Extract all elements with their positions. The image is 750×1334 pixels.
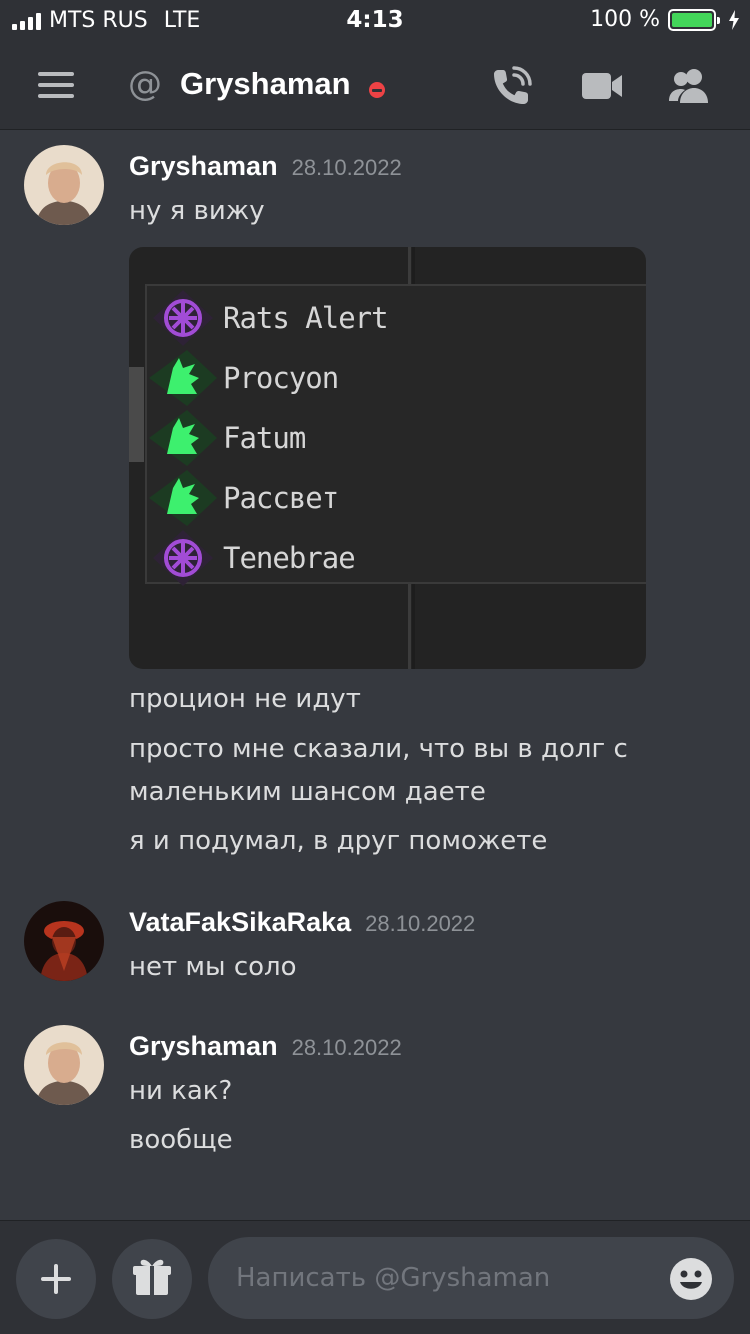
author-name[interactable]: Gryshaman bbox=[129, 1031, 278, 1061]
avatar-image bbox=[24, 145, 104, 225]
avatar[interactable] bbox=[24, 145, 104, 225]
purple-rune-icon bbox=[153, 530, 213, 586]
list-item-name: Fatum bbox=[223, 421, 306, 455]
avatar-image bbox=[24, 1025, 104, 1105]
message-author[interactable]: Gryshaman 28.10.2022 bbox=[129, 1031, 402, 1062]
green-wolf-icon bbox=[149, 410, 217, 466]
members-icon[interactable] bbox=[667, 64, 711, 108]
message-text: просто мне сказали, что вы в долг с мале… bbox=[129, 734, 628, 807]
image-scrollbar bbox=[129, 367, 144, 462]
emoji-face bbox=[680, 1270, 702, 1289]
message-text: ни как? bbox=[129, 1076, 233, 1106]
video-icon[interactable] bbox=[580, 64, 624, 108]
author-name[interactable]: Gryshaman bbox=[129, 151, 278, 181]
battery-percent: 100 % bbox=[590, 7, 660, 32]
author-name[interactable]: VataFakSikaRaka bbox=[129, 907, 351, 937]
call-icon[interactable] bbox=[490, 64, 534, 108]
faction-list-panel: Rats Alert Procyon Fatum Рассвет Tenebra… bbox=[145, 284, 646, 586]
battery-fill bbox=[672, 12, 712, 27]
list-item-name: Rats Alert bbox=[223, 301, 389, 335]
list-item-name: Рассвет bbox=[223, 481, 339, 515]
message-author[interactable]: Gryshaman 28.10.2022 bbox=[129, 151, 402, 182]
list-item-name: Tenebrae bbox=[223, 541, 356, 575]
channel-header: @ Gryshaman bbox=[0, 40, 750, 130]
battery-info: 100 % bbox=[590, 7, 740, 32]
list-item: Tenebrae bbox=[147, 528, 356, 588]
message-timestamp: 28.10.2022 bbox=[291, 155, 402, 180]
gift-icon bbox=[133, 1259, 171, 1295]
list-item-name: Procyon bbox=[223, 361, 339, 395]
battery-icon bbox=[668, 8, 720, 31]
message-text: ну я вижу bbox=[129, 196, 265, 226]
avatar[interactable] bbox=[24, 1025, 104, 1105]
avatar-image bbox=[24, 901, 104, 981]
dnd-status-icon bbox=[369, 82, 385, 98]
list-item: Procyon bbox=[147, 348, 339, 408]
message-text: нет мы соло bbox=[129, 952, 297, 982]
plus-icon-stroke bbox=[54, 1264, 58, 1294]
message-timestamp: 28.10.2022 bbox=[291, 1035, 402, 1060]
purple-rune-icon bbox=[153, 290, 213, 346]
message-composer bbox=[0, 1220, 750, 1334]
green-wolf-icon bbox=[149, 470, 217, 526]
message-input[interactable] bbox=[208, 1237, 734, 1319]
page-title: Gryshaman bbox=[180, 66, 351, 101]
message-text: я и подумал, в друг поможете bbox=[129, 826, 548, 856]
attach-button[interactable] bbox=[16, 1239, 96, 1319]
message-timestamp: 28.10.2022 bbox=[365, 911, 476, 936]
at-icon: @ bbox=[128, 64, 162, 104]
list-item: Рассвет bbox=[147, 468, 339, 528]
gift-button[interactable] bbox=[112, 1239, 192, 1319]
charging-icon bbox=[729, 9, 739, 30]
message-text: процион не идут bbox=[129, 684, 361, 714]
message-image[interactable]: Rats Alert Procyon Fatum Рассвет Tenebra… bbox=[129, 247, 646, 669]
message-text: вообще bbox=[129, 1125, 233, 1155]
avatar[interactable] bbox=[24, 901, 104, 981]
message-author[interactable]: VataFakSikaRaka 28.10.2022 bbox=[129, 907, 475, 938]
status-bar: MTS RUS LTE 4:13 100 % bbox=[0, 0, 750, 40]
green-wolf-icon bbox=[149, 350, 217, 406]
list-item: Fatum bbox=[147, 408, 306, 468]
list-item: Rats Alert bbox=[147, 288, 389, 348]
hamburger-icon[interactable] bbox=[38, 72, 74, 98]
emoji-icon[interactable] bbox=[670, 1258, 712, 1300]
